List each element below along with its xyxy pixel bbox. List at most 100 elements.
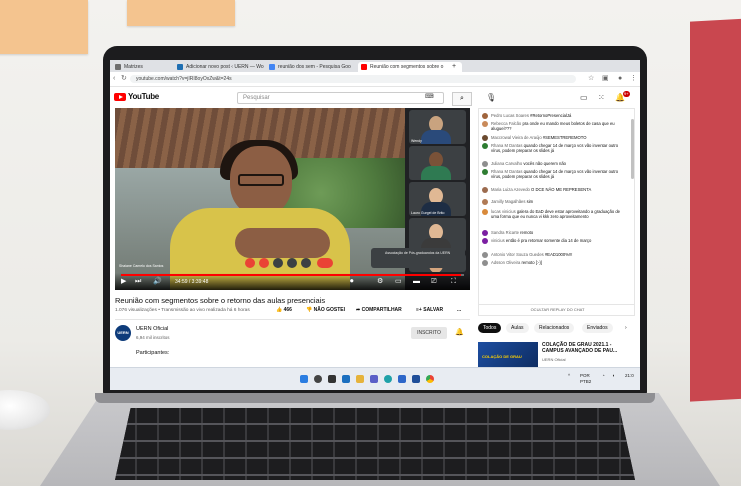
next-icon[interactable]: ⏭ xyxy=(135,278,141,286)
youtube-logo-text[interactable]: YouTube xyxy=(128,92,159,101)
laptop-hinge xyxy=(95,393,655,403)
chip-related[interactable]: Relacionados xyxy=(534,323,575,333)
play-icon[interactable]: ▶ xyxy=(121,278,126,286)
share-button[interactable]: ➦ COMPARTILHAR xyxy=(356,307,402,313)
autoplay-toggle-icon[interactable]: ⏺ xyxy=(350,278,354,286)
participant-tile: Lauro Gurgel de Brito xyxy=(409,182,466,216)
fullscreen-icon[interactable]: ⛶ xyxy=(451,278,456,286)
chat-message-body: vinicius então é pra retornar somente di… xyxy=(491,238,629,243)
explorer-icon[interactable] xyxy=(356,375,364,383)
mic-off-icon xyxy=(245,258,255,268)
chat-text: remoto [:-)] xyxy=(521,260,542,265)
more-button[interactable]: ... xyxy=(457,307,461,313)
theater-icon[interactable]: ▬ xyxy=(413,278,420,286)
tray-chevron-icon[interactable]: ^ xyxy=(568,373,570,379)
participant-name: Lauro Gurgel de Brito xyxy=(411,211,445,215)
live-chat: Pedro Lucas Soares #RetornoPresencialJá R… xyxy=(478,108,635,316)
dislike-icon: 👎 xyxy=(306,307,313,313)
chat-message-body: Rhana M Dantas quando chegar 14 de março… xyxy=(491,169,629,179)
speaker-glasses xyxy=(238,174,284,186)
share-icon: ➦ xyxy=(356,307,361,313)
hide-chat-button[interactable]: OCULTAR REPLAY DO CHAT xyxy=(479,304,634,315)
chat-scrollbar[interactable] xyxy=(631,119,634,179)
store-icon[interactable] xyxy=(398,375,406,383)
cup xyxy=(0,390,50,430)
chat-author: Sandra Ricarte xyxy=(491,230,519,235)
tab-favicon xyxy=(177,64,183,70)
progress-bar[interactable] xyxy=(121,274,464,276)
chat-message-body: lucas vinicius galera do EaD deve estar … xyxy=(491,209,629,219)
chips-next-icon[interactable]: › xyxy=(620,323,632,333)
chrome-icon[interactable] xyxy=(426,375,434,383)
back-icon[interactable]: ‹ xyxy=(113,75,115,83)
recommended-channel: UERN Oficial xyxy=(542,357,566,362)
task-view-icon[interactable] xyxy=(328,375,336,383)
chat-avatar xyxy=(482,161,488,167)
reload-icon[interactable]: ↻ xyxy=(121,75,127,83)
tab-label: Matrizes xyxy=(124,64,143,70)
divider xyxy=(115,319,470,320)
like-button[interactable]: 👍 466 xyxy=(276,307,292,313)
settings-icon[interactable]: ⚙ xyxy=(377,278,383,286)
url-field[interactable]: youtube.com/watch?v=jIRI8oyOxZw&t=24s xyxy=(130,75,576,83)
player-controls: ▶ ⏭ 🔊 34:59 / 3:39:48 ⏺ ⚙ ▭ ▬ ⎚ ⛶ xyxy=(115,273,470,290)
apps-icon[interactable]: ⁙ xyxy=(598,93,605,102)
new-tab-button[interactable]: + xyxy=(452,62,462,72)
extensions-icon[interactable]: ▣ xyxy=(602,75,609,83)
wifi-icon[interactable]: ◔ xyxy=(602,373,605,379)
edge-icon[interactable] xyxy=(384,375,392,383)
chip-uploaded[interactable]: Enviados xyxy=(582,323,613,333)
chat-avatar xyxy=(482,209,488,215)
youtube-logo-icon[interactable] xyxy=(114,93,126,101)
language-indicator[interactable]: POR PTB2 xyxy=(580,373,596,385)
chip-all[interactable]: Todos xyxy=(478,323,502,333)
captions-icon xyxy=(273,258,283,268)
chat-message-body: Pedro Lucas Soares #RetornoPresencialJá xyxy=(491,113,629,118)
keyboard-icon[interactable]: ⌨ xyxy=(425,93,434,100)
bell-icon[interactable]: 🔔 xyxy=(455,328,464,336)
chat-message-body: Jamilly Magalhães sim xyxy=(491,199,629,204)
save-button[interactable]: ≡+ SALVAR xyxy=(416,307,443,313)
speaker-label: Shaiane Camelo dos Santos xyxy=(119,264,164,268)
video-title: Reunião com segmentos sobre o retorno da… xyxy=(115,296,326,305)
participant-tile xyxy=(409,218,466,252)
channel-name[interactable]: UERN Oficial xyxy=(136,326,168,332)
chat-text: sim xyxy=(526,199,534,204)
filter-chips: Todos Aulas Relacionados Enviados › xyxy=(478,322,638,334)
keyboard-rows xyxy=(115,408,635,480)
volume-tray-icon[interactable]: ◖ xyxy=(612,373,615,379)
tab-label: Reunião com segmentos sobre o xyxy=(370,64,444,70)
chat-avatar xyxy=(482,143,488,149)
widgets-icon[interactable] xyxy=(342,375,350,383)
chat-avatar xyxy=(482,187,488,193)
miniplayer-icon[interactable]: ▭ xyxy=(395,278,402,286)
tab-label: Adicionar novo post ‹ UERN — Wo xyxy=(186,64,264,70)
bookmark-icon[interactable]: ☆ xyxy=(588,75,594,83)
subscribe-button[interactable]: INSCRITO xyxy=(411,327,447,339)
clock[interactable]: 21:0 xyxy=(625,373,634,379)
video-player[interactable]: Wendy Lauro Gurgel de Brito Shaiane Came… xyxy=(115,108,470,290)
chat-app-icon[interactable] xyxy=(370,375,378,383)
chat-avatar xyxy=(482,230,488,236)
channel-avatar[interactable]: UERN xyxy=(115,325,131,341)
recommended-title[interactable]: COLAÇÃO DE GRAU 2021.1 - CAMPUS AVANÇADO… xyxy=(542,342,634,354)
search-input[interactable]: Pesquisar xyxy=(237,92,444,104)
chip-lessons[interactable]: Aulas xyxy=(506,323,529,333)
tab-3[interactable]: reunião dos sem - Pesquisa Goo xyxy=(266,62,368,72)
mic-icon[interactable]: 🎙 xyxy=(486,93,496,102)
dislike-button[interactable]: 👎 NÃO GOSTEI xyxy=(306,307,345,313)
volume-icon[interactable]: 🔊 xyxy=(153,278,162,286)
profile-icon[interactable]: ● xyxy=(618,75,622,83)
start-icon[interactable] xyxy=(300,375,308,383)
windows-taskbar: ^ POR PTB2 ◔ ◖ 21:0 xyxy=(110,367,640,390)
cast-icon[interactable]: ⎚ xyxy=(431,278,437,286)
laptop-screen: Matrizes Adicionar novo post ‹ UERN — Wo… xyxy=(110,60,640,390)
tab-4[interactable]: Reunião com segmentos sobre o xyxy=(358,62,462,72)
chat-author: Juliana Carvalho xyxy=(491,161,523,166)
tab-2[interactable]: Adicionar novo post ‹ UERN — Wo xyxy=(174,62,276,72)
menu-icon[interactable]: ⋮ xyxy=(630,75,637,83)
mail-icon[interactable] xyxy=(412,375,420,383)
create-icon[interactable]: ▭ xyxy=(580,93,588,102)
search-icon[interactable]: ⌕ xyxy=(452,92,472,106)
taskbar-search-icon[interactable] xyxy=(314,375,322,383)
